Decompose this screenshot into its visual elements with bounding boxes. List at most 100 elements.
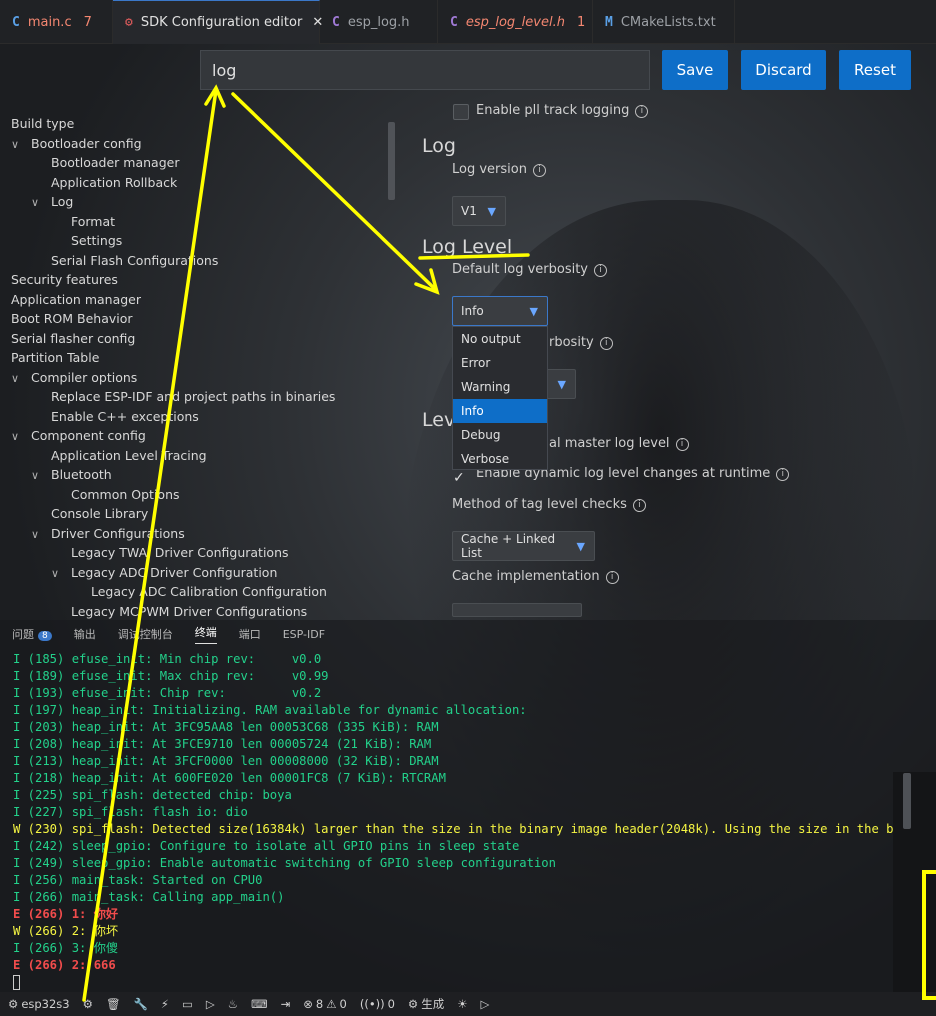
dropdown-option[interactable]: Warning [453, 375, 547, 399]
cache-impl-select[interactable] [452, 603, 582, 617]
tree-item[interactable]: Console Library [51, 504, 148, 524]
tree-item[interactable]: Application Rollback [51, 173, 177, 193]
log-line: I (197) heap_init: Initializing. RAM ava… [13, 703, 527, 717]
tree-item[interactable]: Partition Table [11, 348, 99, 368]
dropdown-option[interactable]: Verbose [453, 447, 547, 471]
flash-icon[interactable]: ⚡ [161, 997, 169, 1011]
panel-tab-label: 问题 [12, 628, 34, 641]
log-line: I (266) main_task: Calling app_main() [13, 890, 285, 904]
problems-count-badge: 8 [38, 631, 52, 641]
tree-item[interactable]: ∨ Bootloader config [11, 134, 142, 154]
tree-item[interactable]: Serial Flash Configurations [51, 251, 218, 271]
terminal-scrollbar[interactable] [903, 773, 911, 829]
chevron-down-icon: ∨ [11, 430, 20, 443]
tree-item[interactable]: Build type [11, 114, 74, 134]
panel-tab[interactable]: 问题 8 [12, 626, 52, 642]
run-icon[interactable]: ▷ [481, 997, 490, 1011]
monitor-icon[interactable]: ▭ [182, 997, 193, 1011]
tree-item[interactable]: Bootloader manager [51, 153, 179, 173]
terminal-output: I (185) efuse_init: Min chip rev: v0.0 I … [13, 651, 930, 974]
panel-tab[interactable]: ESP-IDF [283, 628, 325, 641]
default-verbosity-select[interactable]: Info ▼ [452, 296, 548, 326]
tree-item[interactable]: Legacy MCPWM Driver Configurations [71, 602, 307, 622]
tree-item[interactable]: Enable C++ exceptions [51, 407, 199, 427]
tag-method-select[interactable]: Cache + Linked List ▼ [452, 531, 595, 561]
cache-impl-label: Cache implementation i [452, 569, 619, 584]
save-button[interactable]: Save [662, 50, 728, 90]
fire-icon[interactable]: ♨ [228, 997, 238, 1011]
tree-item-label: Console Library [51, 506, 149, 521]
settings-icon[interactable]: ⚙ [83, 997, 93, 1011]
tree-item[interactable]: Legacy ADC Calibration Configuration [91, 582, 327, 602]
tree-item-label: Legacy MCPWM Driver Configurations [71, 603, 308, 619]
chevron-down-icon: ∨ [31, 527, 40, 541]
discard-button[interactable]: Discard [741, 50, 826, 90]
tab-0[interactable]: Cmain.c 7 [0, 0, 113, 44]
tab-2[interactable]: Cesp_log.h [320, 0, 438, 44]
terminal-icon[interactable]: ⌨ [251, 997, 268, 1011]
tab-4[interactable]: M CMakeLists.txt [593, 0, 735, 44]
tree-item[interactable]: Application manager [11, 290, 141, 310]
tree-item[interactable]: Legacy TWAI Driver Configurations [71, 543, 289, 563]
config-search-input[interactable]: log [200, 50, 650, 90]
info-icon: i [605, 571, 619, 584]
trash-icon[interactable]: 🗑 [106, 997, 121, 1011]
tree-scrollbar[interactable] [388, 122, 395, 200]
annotation-box [922, 870, 936, 1000]
panel-tab-label: 终端 [194, 626, 217, 639]
tree-item[interactable]: ∨ Driver Configurations [31, 524, 185, 544]
master-level-label: al master log level i [549, 436, 689, 451]
tree-item-label: Security features [11, 272, 118, 287]
tab-1[interactable]: ⚙ SDK Configuration editor ✕ [113, 0, 323, 44]
tree-item[interactable]: ∨ Legacy ADC Driver Configuration [51, 563, 277, 583]
tree-item[interactable]: Boot ROM Behavior [11, 309, 133, 329]
tree-item[interactable]: Security features [11, 270, 118, 290]
tree-item-label: Partition Table [11, 350, 100, 365]
wrench-icon[interactable]: 🔧 [134, 997, 148, 1011]
tree-item[interactable]: ∨ Compiler options [11, 368, 137, 388]
ports-item[interactable]: ((•)) 0 [360, 997, 395, 1011]
tree-item[interactable]: Replace ESP-IDF and project paths in bin… [51, 387, 335, 407]
tree-item[interactable]: Format [71, 212, 115, 232]
tree-item[interactable]: Serial flasher config [11, 329, 135, 349]
tree-item[interactable]: ∨ Bluetooth [31, 465, 112, 485]
dropdown-option[interactable]: Debug [453, 423, 547, 447]
tab-3[interactable]: Cesp_log_level.h 1 [438, 0, 593, 44]
panel-tab[interactable]: 终端 [194, 624, 217, 644]
reset-button[interactable]: Reset [839, 50, 911, 90]
info-icon: i [632, 499, 646, 512]
chevron-down-icon: ∨ [31, 469, 40, 482]
dynamic-level-checkmark[interactable]: ✓ [453, 470, 465, 486]
problems-item[interactable]: ⊗ 8 ⚠ 0 [303, 997, 347, 1011]
panel-tab[interactable]: 端口 [239, 626, 261, 642]
max-verbosity-label: rbosity i [549, 335, 613, 350]
tree-item[interactable]: Application Level Tracing [51, 446, 207, 466]
dropdown-option[interactable]: Info [453, 399, 547, 423]
panel-tab[interactable]: 输出 [74, 626, 96, 642]
tree-item[interactable]: Common Options [71, 485, 180, 505]
chevron-down-icon: ∨ [11, 371, 20, 385]
chevron-down-icon: ∨ [31, 196, 40, 209]
panel-tab[interactable]: 调试控制台 [118, 626, 173, 642]
dropdown-option[interactable]: No output [453, 327, 547, 351]
tab-label: main.c [27, 14, 72, 30]
build-item[interactable]: ⚙ 生成 [408, 996, 444, 1012]
tree-item[interactable]: Settings [71, 231, 122, 251]
log-line: I (249) sleep_gpio: Enable automatic swi… [13, 856, 556, 870]
verbosity-dropdown-list: No output Error Warning Info Debug Verbose [452, 326, 548, 470]
tree-item[interactable]: ∨ Component config [11, 426, 146, 446]
flash-monitor-icon[interactable]: ▷ [206, 997, 215, 1011]
tab-badge: 7 [83, 14, 92, 30]
tag-method-label: Method of tag level checks i [452, 497, 646, 512]
log-version-label: Log version i [452, 162, 546, 177]
log-line: I (185) efuse_init: Min chip rev: v0.0 [13, 652, 322, 666]
pll-track-checkbox[interactable] [453, 104, 469, 120]
tree-item[interactable]: ∨ Log [31, 192, 73, 212]
export-icon[interactable]: ⇥ [281, 997, 291, 1011]
target-chip-item[interactable]: ⚙ esp32s3 [8, 997, 70, 1011]
log-level-heading: Log Level [422, 236, 513, 258]
dropdown-option[interactable]: Error [453, 351, 547, 375]
log-version-select[interactable]: V1 ▼ [452, 196, 506, 226]
debug-icon[interactable]: ☀ [457, 997, 467, 1011]
max-verbosity-select[interactable]: ▼ [546, 369, 576, 399]
